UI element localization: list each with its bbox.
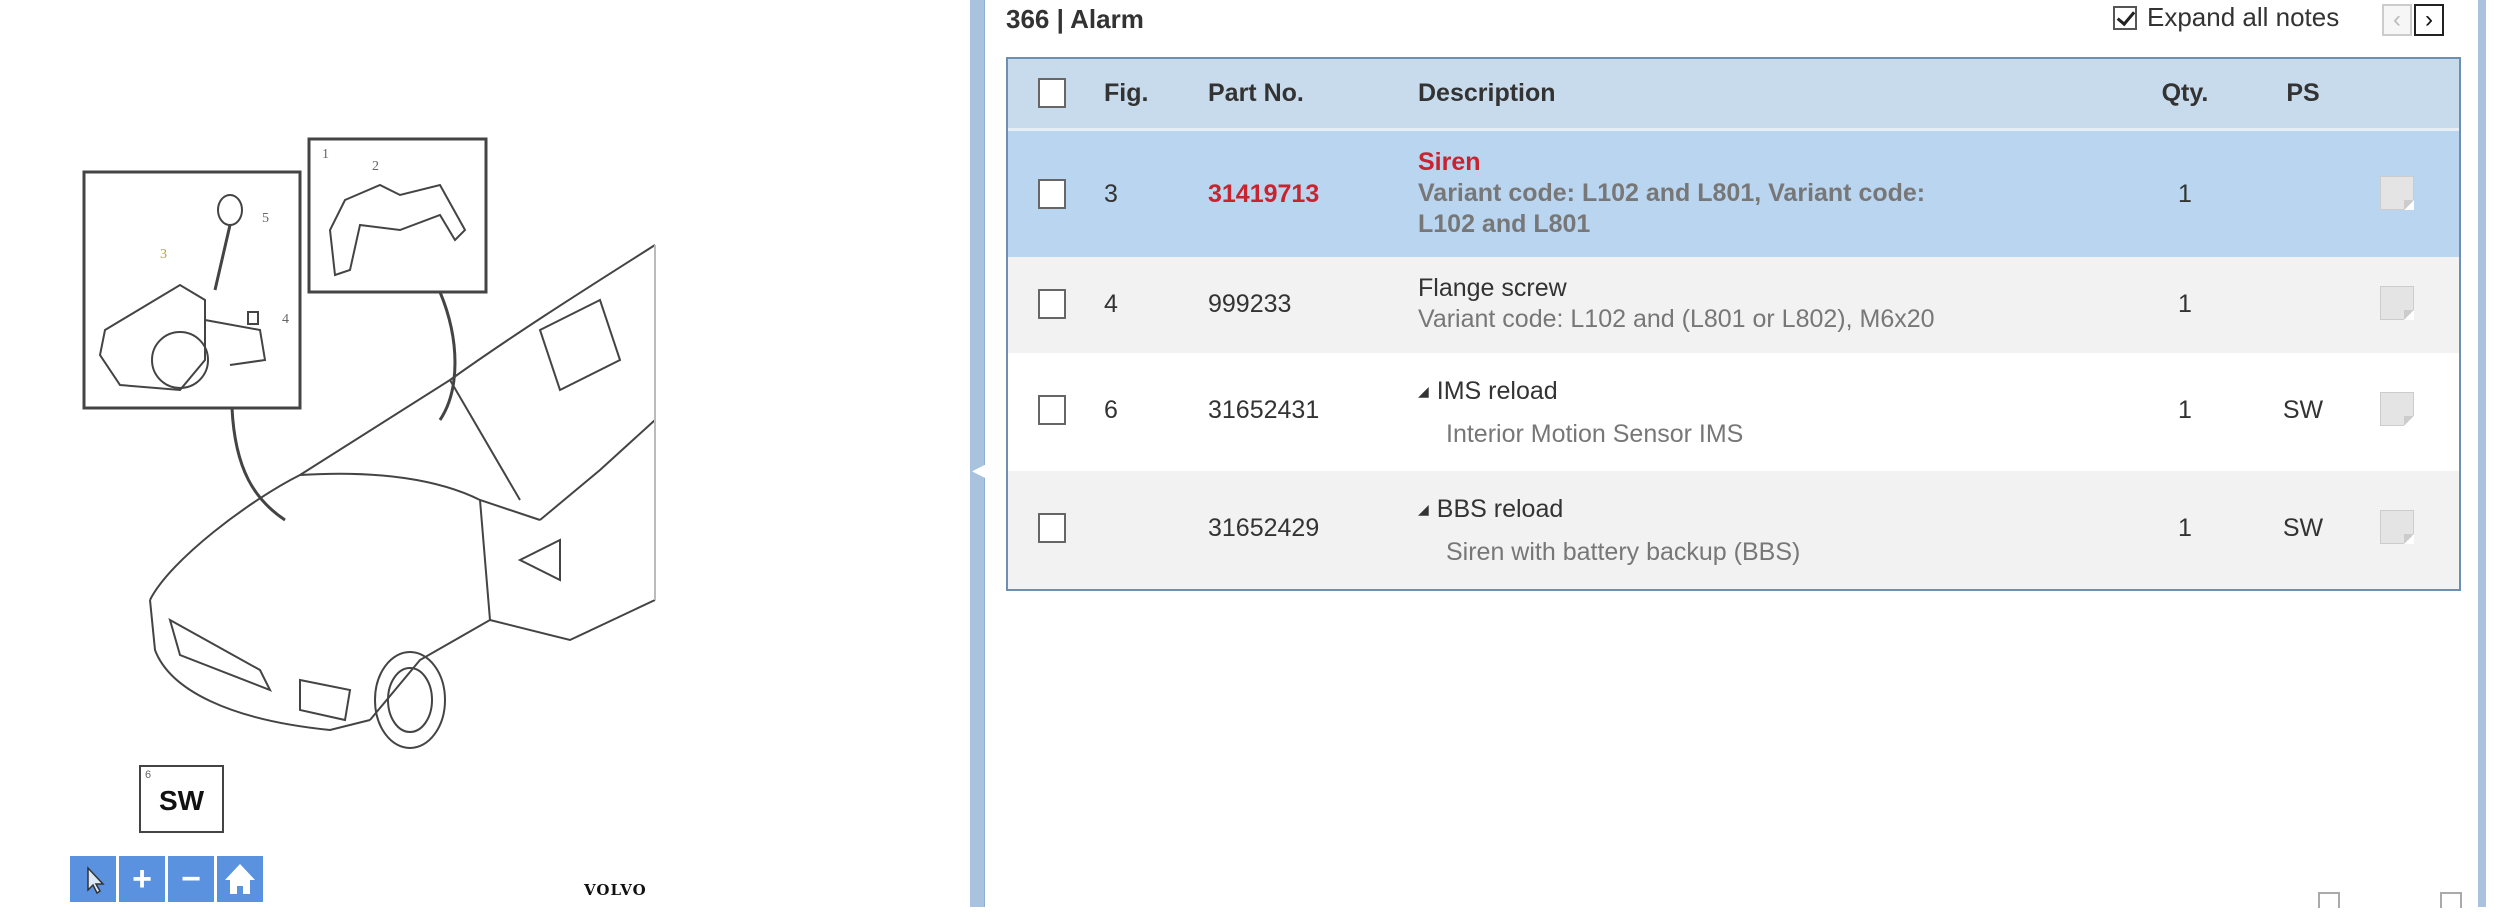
bottom-checkbox[interactable] [2318, 892, 2340, 908]
page-title: 366 | Alarm [1006, 4, 1144, 34]
note-icon[interactable] [2380, 392, 2414, 426]
callout-2[interactable]: 2 [372, 159, 379, 174]
part-number[interactable]: 31652431 [1208, 396, 1319, 425]
expand-triangle-icon[interactable]: ◢ [1418, 501, 1429, 518]
table-row[interactable]: 4 999233 Flange screw Variant code: L102… [1008, 257, 2459, 353]
prev-button[interactable]: ‹ [2382, 4, 2412, 36]
description: Flange screw Variant code: L102 and (L80… [1418, 273, 1935, 335]
select-all-checkbox[interactable] [1038, 78, 1066, 115]
fig-number: 3 [1104, 180, 1118, 208]
illustration-toolbar: + − [70, 856, 263, 902]
bottom-checkbox[interactable] [2440, 892, 2462, 908]
col-ps[interactable]: PS [2273, 79, 2333, 108]
table-row[interactable]: 31652429 ◢ BBS reload Siren with battery … [1008, 471, 2459, 589]
home-icon[interactable] [217, 856, 263, 902]
expand-triangle-icon[interactable]: ◢ [1418, 383, 1429, 400]
next-button[interactable]: › [2414, 4, 2444, 36]
part-title: Flange screw [1418, 274, 1567, 302]
expand-all-notes-checkbox[interactable] [2113, 5, 2137, 30]
ps-value: SW [2282, 396, 2324, 424]
part-note: Siren with battery backup (BBS) [1446, 538, 1801, 566]
table-row[interactable]: 3 31419713 Siren Variant code: L102 and … [1008, 131, 2459, 257]
part-note: Variant code: L102 and (L801 or L802), M… [1418, 305, 1935, 333]
right-border [2478, 0, 2486, 907]
part-note: Interior Motion Sensor IMS [1446, 420, 1744, 448]
collapse-left-icon[interactable]: ◀ [972, 455, 986, 485]
sw-box-number: 6 [145, 769, 152, 781]
part-note-cont: L102 and L801 [1418, 210, 1591, 238]
quantity: 1 [2178, 514, 2192, 542]
quantity: 1 [2178, 396, 2192, 424]
callout-1[interactable]: 1 [322, 147, 329, 162]
description: ◢ BBS reload Siren with battery backup (B… [1418, 495, 1800, 567]
row-checkbox[interactable] [1038, 513, 1066, 550]
callout-4[interactable]: 4 [282, 312, 289, 327]
illustration-panel[interactable]: 1 2 3 4 5 6 SW + − VOLVO [0, 0, 970, 907]
sw-callout-box[interactable]: 6 SW [139, 765, 224, 833]
callout-5[interactable]: 5 [262, 211, 269, 226]
col-description[interactable]: Description [1418, 79, 1556, 108]
note-icon[interactable] [2380, 176, 2414, 210]
panel-splitter[interactable]: ◀ [970, 0, 986, 907]
part-title: Siren [1418, 148, 1481, 176]
ps-value: SW [2282, 514, 2324, 542]
zoom-in-icon[interactable]: + [119, 856, 165, 902]
col-fig[interactable]: Fig. [1104, 79, 1148, 108]
pointer-icon[interactable] [70, 856, 116, 902]
col-qty[interactable]: Qty. [2155, 79, 2215, 108]
quantity: 1 [2178, 180, 2192, 208]
sw-box-label: SW [158, 785, 205, 816]
row-checkbox[interactable] [1038, 395, 1066, 432]
description: Siren Variant code: L102 and L801, Varia… [1418, 147, 1925, 240]
pager: ‹ › [2382, 4, 2444, 36]
parts-list-panel: 366 | Alarm Expand all notes ‹ › Fig. Pa… [985, 0, 2478, 908]
parts-table: Fig. Part No. Description Qty. PS 3 3141… [1006, 57, 2461, 591]
zoom-out-icon[interactable]: − [168, 856, 214, 902]
part-title[interactable]: BBS reload [1437, 495, 1563, 523]
row-checkbox[interactable] [1038, 179, 1066, 216]
callout-3[interactable]: 3 [160, 247, 167, 262]
table-header: Fig. Part No. Description Qty. PS [1008, 59, 2459, 131]
note-icon[interactable] [2380, 286, 2414, 320]
fig-number: 4 [1104, 290, 1118, 318]
part-note: Variant code: L102 and L801, Variant cod… [1418, 179, 1926, 207]
table-row[interactable]: 6 31652431 ◢ IMS reload Interior Motion S… [1008, 353, 2459, 471]
description: ◢ IMS reload Interior Motion Sensor IMS [1418, 377, 1743, 449]
quantity: 1 [2178, 290, 2192, 318]
note-icon[interactable] [2380, 510, 2414, 544]
expand-all-notes-toggle[interactable]: Expand all notes [2113, 2, 2339, 33]
part-number[interactable]: 31652429 [1208, 514, 1319, 543]
fig-number: 6 [1104, 396, 1118, 424]
parts-illustration: 1 2 3 4 5 [82, 137, 656, 749]
col-part-no[interactable]: Part No. [1208, 79, 1304, 108]
row-checkbox[interactable] [1038, 289, 1066, 326]
part-number[interactable]: 999233 [1208, 290, 1291, 319]
part-title[interactable]: IMS reload [1437, 377, 1558, 405]
volvo-logo: VOLVO [584, 881, 647, 899]
part-number[interactable]: 31419713 [1208, 180, 1319, 209]
expand-all-notes-label: Expand all notes [2147, 2, 2340, 32]
